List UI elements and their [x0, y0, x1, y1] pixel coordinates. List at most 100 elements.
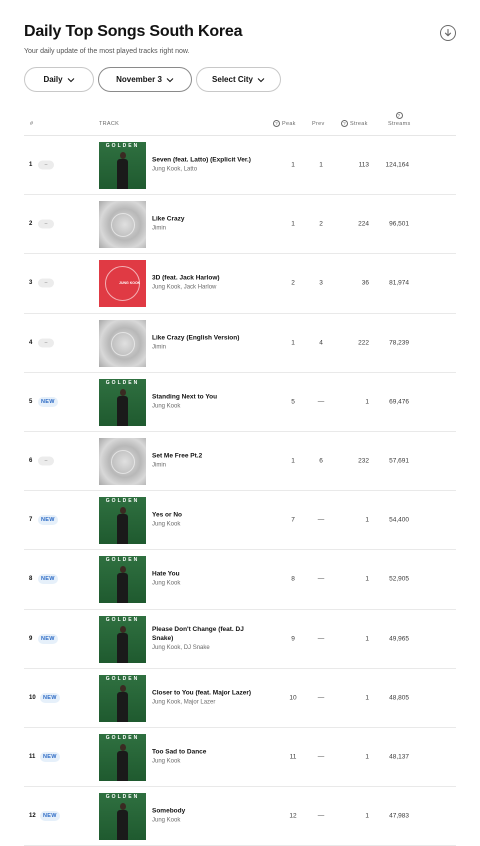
track-info: Yes or No Jung Kook	[152, 511, 262, 530]
download-button[interactable]	[440, 25, 456, 41]
chart-table: 1 – GOLDEN Seven (feat. Latto) (Explicit Ve…	[24, 136, 456, 846]
new-badge: NEW	[38, 515, 58, 526]
peak-value: 1	[291, 457, 295, 465]
table-row[interactable]: 4– Like Crazy (English Version) Jimin 1 4 222…	[24, 314, 456, 373]
album-art[interactable]: JUNG KOOK	[99, 260, 146, 308]
frequency-dropdown[interactable]: Daily	[24, 67, 94, 92]
city-dropdown[interactable]: Select City	[196, 67, 281, 92]
table-row[interactable]: 8 NEW GOLDEN Hate You Jung Kook 8 — 1 52,905	[24, 550, 456, 610]
album-figure	[117, 388, 128, 426]
track-artist[interactable]: Jimin	[152, 225, 262, 234]
album-art-text: GOLDEN	[105, 794, 140, 801]
track-artist[interactable]: Jung Kook, Latto	[152, 166, 262, 175]
prev-value: —	[317, 753, 325, 761]
no-change-badge: –	[38, 456, 54, 466]
table-row[interactable]: 7 NEW GOLDEN Yes or No Jung Kook 7 — 1 54,400	[24, 491, 456, 551]
track-title[interactable]: Seven (feat. Latto) (Explicit Ver.)	[152, 156, 262, 165]
track-title[interactable]: Like Crazy (English Version)	[152, 333, 262, 342]
rank-number: 8	[29, 576, 33, 583]
new-badge: NEW	[38, 574, 58, 585]
help-icon: ?	[395, 112, 403, 119]
streams-value: 52,905	[389, 575, 409, 583]
track-artist[interactable]: Jung Kook	[152, 402, 262, 411]
track-artist[interactable]: Jung Kook	[152, 521, 262, 530]
peak-value: 9	[291, 635, 295, 643]
streak-value: 1	[365, 516, 369, 524]
album-art[interactable]	[99, 201, 146, 249]
new-badge: NEW	[38, 633, 58, 644]
album-figure	[117, 152, 128, 189]
track-title[interactable]: Please Don't Change (feat. DJ Snake)	[152, 625, 262, 643]
track-artist[interactable]: Jung Kook, DJ Snake	[152, 644, 262, 653]
album-ring	[111, 213, 135, 238]
col-streams[interactable]: ? Streams	[388, 112, 410, 127]
new-badge: NEW	[38, 396, 58, 407]
track-title[interactable]: Hate You	[152, 570, 262, 579]
track-artist[interactable]: Jung Kook, Jack Harlow	[152, 284, 262, 293]
album-art[interactable]: GOLDEN	[99, 793, 146, 841]
rank-number: 11	[29, 753, 36, 760]
col-peak[interactable]: ? Peak	[273, 120, 296, 127]
rank-number: 10	[29, 694, 36, 701]
prev-value: 6	[319, 457, 323, 465]
streams-value: 78,239	[389, 339, 409, 347]
table-row[interactable]: 1– GOLDEN Seven (feat. Latto) (Explicit Ve…	[24, 136, 456, 196]
streams-value: 49,965	[389, 635, 409, 643]
streak-value: 222	[358, 339, 369, 347]
album-art-text: GOLDEN	[105, 143, 140, 149]
track-artist[interactable]: Jimin	[152, 343, 262, 352]
peak-value: 8	[291, 575, 295, 583]
album-art[interactable]: GOLDEN	[99, 733, 146, 781]
album-figure	[117, 507, 128, 545]
prev-value: 2	[319, 220, 323, 228]
album-art[interactable]: GOLDEN	[99, 497, 146, 545]
streams-value: 69,476	[389, 398, 409, 406]
table-row[interactable]: 5 NEW GOLDEN Standing Next to You Jung Kook 5…	[24, 373, 456, 432]
track-title[interactable]: Yes or No	[152, 511, 262, 520]
album-art[interactable]	[99, 437, 146, 485]
album-art[interactable]: GOLDEN	[99, 142, 146, 189]
track-info: Please Don't Change (feat. DJ Snake) Jung…	[152, 625, 262, 653]
col-streak[interactable]: ? Streak	[341, 120, 368, 127]
album-art[interactable]: GOLDEN	[99, 556, 146, 604]
prev-value: 1	[319, 161, 323, 169]
track-title[interactable]: Like Crazy	[152, 215, 262, 224]
track-artist[interactable]: Jimin	[152, 462, 262, 471]
album-art[interactable]: GOLDEN	[99, 378, 146, 426]
table-row[interactable]: 11 NEW GOLDEN Too Sad to Dance Jung Kook 11 — 1…	[24, 728, 456, 788]
streams-value: 47,983	[389, 812, 409, 820]
table-row[interactable]: 10 NEW GOLDEN Closer to You (feat. Major La…	[24, 669, 456, 728]
frequency-label: Daily	[43, 75, 63, 84]
peak-value: 7	[291, 516, 295, 524]
track-title[interactable]: Too Sad to Dance	[152, 747, 262, 756]
table-row[interactable]: 2– Like Crazy Jimin 1 2 224 96,501	[24, 195, 456, 255]
streak-value: 224	[358, 220, 369, 228]
prev-value: 4	[319, 339, 323, 347]
table-row[interactable]: 12 NEW GOLDEN Somebody Jung Kook 12 — 1 47,983	[24, 787, 456, 846]
streams-value: 57,691	[389, 457, 409, 465]
album-figure	[117, 803, 128, 841]
track-title[interactable]: Somebody	[152, 807, 262, 816]
track-title[interactable]: Closer to You (feat. Major Lazer)	[152, 688, 262, 697]
download-icon	[444, 28, 452, 36]
track-title[interactable]: Set Me Free Pt.2	[152, 452, 262, 461]
album-art[interactable]: GOLDEN	[99, 674, 146, 722]
album-art[interactable]: GOLDEN	[99, 615, 146, 663]
prev-value: —	[317, 575, 325, 583]
track-artist[interactable]: Jung Kook, Major Lazer	[152, 698, 262, 707]
track-info: Closer to You (feat. Major Lazer) Jung Ko…	[152, 688, 262, 707]
track-artist[interactable]: Jung Kook	[152, 817, 262, 826]
track-title[interactable]: Standing Next to You	[152, 392, 262, 401]
track-artist[interactable]: Jung Kook	[152, 757, 262, 766]
date-dropdown[interactable]: November 3	[98, 67, 192, 92]
table-row[interactable]: 6– Set Me Free Pt.2 Jimin 1 6 232 57,691	[24, 432, 456, 492]
table-row[interactable]: 9 NEW GOLDEN Please Don't Change (feat. DJ …	[24, 610, 456, 669]
track-title[interactable]: 3D (feat. Jack Harlow)	[152, 274, 262, 283]
album-ring	[111, 331, 135, 356]
table-row[interactable]: 3– JUNG KOOK 3D (feat. Jack Harlow) Jung Ko…	[24, 254, 456, 314]
track-info: Too Sad to Dance Jung Kook	[152, 747, 262, 766]
track-artist[interactable]: Jung Kook	[152, 580, 262, 589]
streak-value: 1	[365, 635, 369, 643]
rank-number: 4	[29, 339, 33, 346]
album-art[interactable]	[99, 319, 146, 367]
